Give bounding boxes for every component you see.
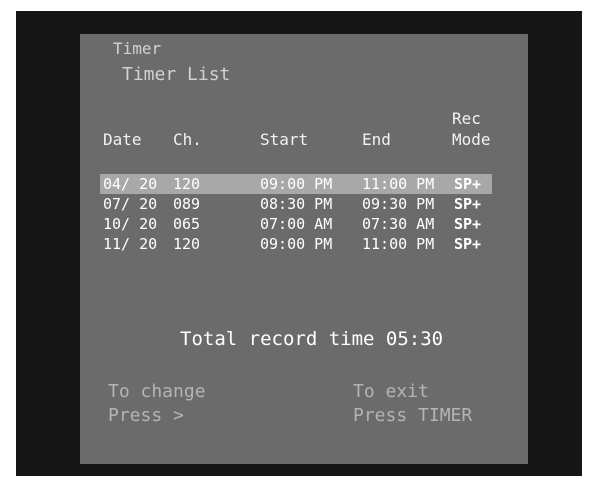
timer-row[interactable]: 10/ 20 065 07:00 AM 07:30 AM SP+	[100, 214, 492, 234]
total-record-time-label: Total record time	[180, 328, 375, 350]
column-header-start: Start	[260, 130, 309, 149]
row-date: 10/ 20	[103, 215, 158, 233]
exit-hint-line1: To exit	[353, 381, 429, 402]
exit-hint-line2: Press TIMER	[353, 405, 473, 426]
row-mode: SP+	[454, 195, 482, 213]
column-header-channel: Ch.	[173, 130, 202, 149]
total-record-time-value: 05:30	[385, 328, 444, 350]
row-channel: 065	[173, 215, 201, 233]
row-end: 11:00 PM	[362, 235, 435, 253]
row-end: 11:00 PM	[362, 175, 435, 193]
row-start: 07:00 AM	[260, 215, 333, 233]
row-date: 04/ 20	[103, 175, 158, 193]
row-start: 09:00 PM	[260, 235, 333, 253]
total-record-time: Total record time 05:30	[180, 328, 443, 350]
row-channel: 120	[173, 235, 201, 253]
row-date: 07/ 20	[103, 195, 158, 213]
exit-hint: To exit Press TIMER	[353, 380, 472, 428]
row-channel: 089	[173, 195, 201, 213]
menu-subtitle: Timer List	[122, 64, 231, 85]
menu-title: Timer	[113, 39, 162, 58]
row-start: 09:00 PM	[260, 175, 333, 193]
column-header-rec-mode: Rec Mode	[452, 108, 512, 150]
timer-list-panel: Timer Timer List Date Ch. Start End Rec …	[80, 34, 528, 464]
column-header-mode: Mode	[452, 130, 491, 149]
row-channel: 120	[173, 175, 201, 193]
change-hint: To change Press >	[108, 380, 206, 428]
row-start: 08:30 PM	[260, 195, 333, 213]
timer-row[interactable]: 04/ 20 120 09:00 PM 11:00 PM SP+	[100, 174, 492, 194]
column-header-end: End	[362, 130, 391, 149]
timer-row[interactable]: 07/ 20 089 08:30 PM 09:30 PM SP+	[100, 194, 492, 214]
column-header-rec: Rec	[452, 109, 481, 128]
timer-row[interactable]: 11/ 20 120 09:00 PM 11:00 PM SP+	[100, 234, 492, 254]
row-mode: SP+	[454, 235, 482, 253]
row-end: 07:30 AM	[362, 215, 435, 233]
row-end: 09:30 PM	[362, 195, 435, 213]
row-mode: SP+	[454, 215, 482, 233]
column-header-date: Date	[103, 130, 142, 149]
row-date: 11/ 20	[103, 235, 158, 253]
change-hint-line2: Press >	[108, 405, 184, 426]
row-mode: SP+	[454, 175, 482, 193]
change-hint-line1: To change	[108, 381, 206, 402]
